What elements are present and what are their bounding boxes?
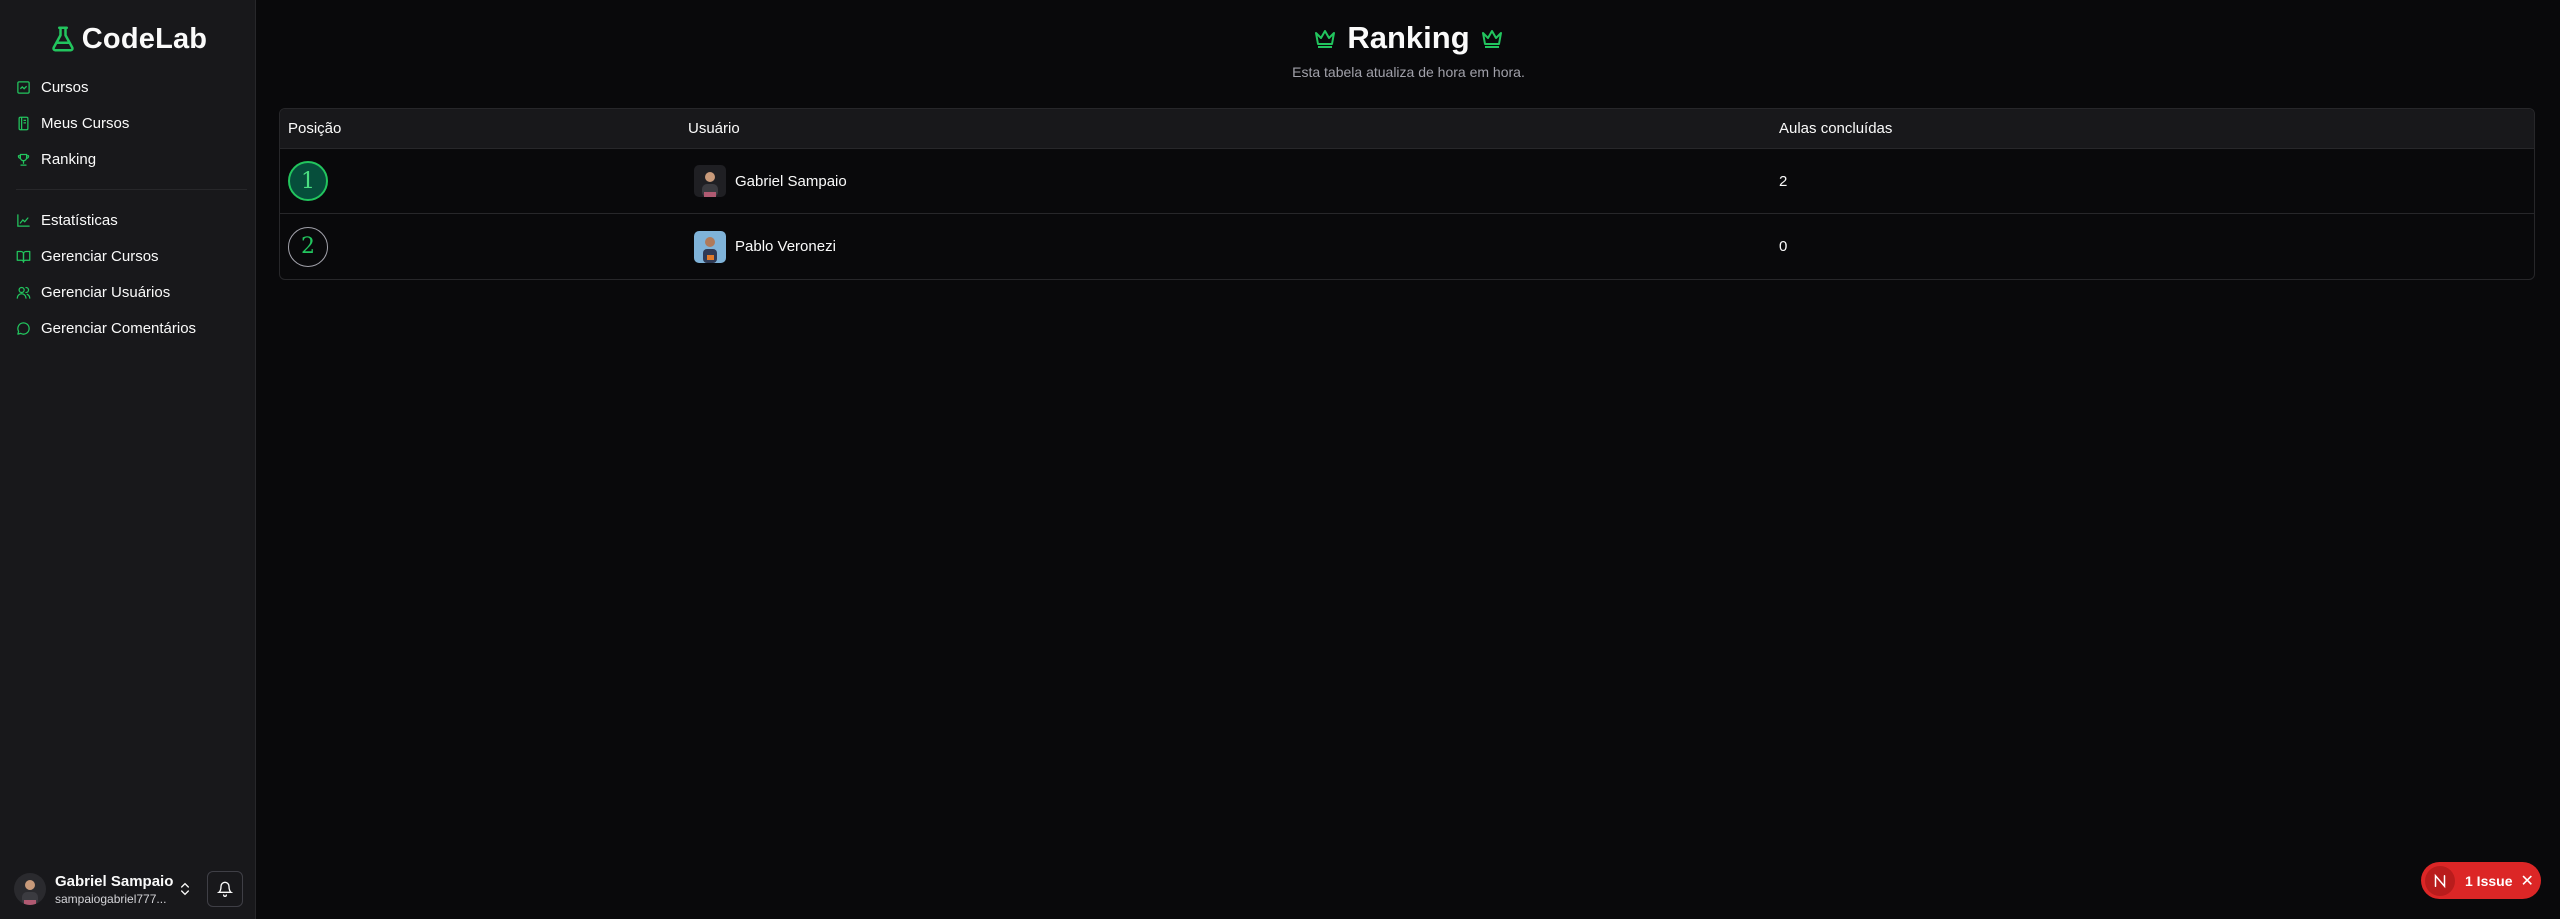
user-menu[interactable]: Gabriel Sampaio sampaiogabriel777... bbox=[0, 859, 256, 919]
user-name: Gabriel Sampaio bbox=[735, 172, 847, 190]
main-content: Ranking Esta tabela atualiza de hora em … bbox=[257, 0, 2560, 919]
page-subtitle: Esta tabela atualiza de hora em hora. bbox=[1292, 64, 1525, 80]
sidebar-item-cursos[interactable]: Cursos bbox=[0, 69, 255, 105]
sidebar-item-label: Cursos bbox=[41, 78, 89, 96]
flask-icon bbox=[52, 26, 74, 52]
sidebar-item-ranking[interactable]: Ranking bbox=[0, 141, 255, 177]
bell-icon bbox=[217, 881, 233, 897]
crown-icon bbox=[1315, 30, 1336, 48]
main-nav: Cursos Meus Cursos Ranking Estatísticas … bbox=[0, 69, 255, 346]
message-circle-icon bbox=[17, 321, 30, 335]
app-name: CodeLab bbox=[81, 22, 208, 55]
user-email: sampaiogabriel777... bbox=[55, 891, 167, 906]
chart-square-icon bbox=[17, 80, 30, 94]
column-header-user: Usuário bbox=[688, 120, 740, 137]
avatar bbox=[694, 165, 726, 197]
n-logo-icon bbox=[2425, 865, 2455, 896]
issues-badge[interactable]: 1 Issue ✕ bbox=[2421, 862, 2541, 899]
position-cell: 2 bbox=[280, 226, 680, 267]
position-badge: 2 bbox=[288, 226, 328, 267]
column-header-position: Posição bbox=[288, 120, 342, 137]
close-icon[interactable]: ✕ bbox=[2520, 871, 2533, 891]
chevron-up-down-icon[interactable] bbox=[177, 881, 193, 897]
issues-label: 1 Issue bbox=[2465, 872, 2513, 889]
user-cell: Pablo Veronezi bbox=[680, 230, 1771, 263]
trophy-icon bbox=[17, 153, 30, 166]
table-row: 2 Pablo Veronezi 0 bbox=[280, 214, 2534, 279]
lessons-count: 0 bbox=[1779, 238, 1788, 255]
sidebar-item-estatisticas[interactable]: Estatísticas bbox=[0, 202, 255, 238]
column-header-lessons: Aulas concluídas bbox=[1779, 120, 1893, 137]
sidebar-item-label: Meus Cursos bbox=[41, 114, 130, 132]
position-cell: 1 bbox=[280, 161, 680, 201]
table-row: 1 Gabriel Sampaio 2 bbox=[280, 149, 2534, 214]
sidebar-item-label: Gerenciar Comentários bbox=[41, 319, 197, 337]
ranking-table: Posição Usuário Aulas concluídas 1 Gabri… bbox=[279, 108, 2535, 280]
book-open-icon bbox=[16, 250, 31, 263]
sidebar-item-label: Estatísticas bbox=[41, 211, 118, 229]
sidebar-item-label: Gerenciar Usuários bbox=[41, 283, 171, 301]
sidebar-divider bbox=[16, 189, 247, 190]
sidebar-item-meus-cursos[interactable]: Meus Cursos bbox=[0, 105, 255, 141]
user-name: Gabriel Sampaio bbox=[55, 872, 174, 890]
lessons-count: 2 bbox=[1779, 172, 1788, 190]
sidebar: CodeLab Cursos Meus Cursos Ranking Estat… bbox=[0, 0, 256, 919]
brand-logo[interactable]: CodeLab bbox=[0, 19, 255, 59]
page-title: Ranking bbox=[1347, 20, 1470, 55]
sidebar-item-gerenciar-usuarios[interactable]: Gerenciar Usuários bbox=[0, 274, 255, 310]
avatar bbox=[14, 873, 46, 905]
sidebar-item-label: Gerenciar Cursos bbox=[41, 247, 159, 265]
user-info: Gabriel Sampaio sampaiogabriel777... bbox=[55, 873, 173, 906]
position-badge: 1 bbox=[288, 161, 328, 201]
sidebar-item-label: Ranking bbox=[41, 150, 97, 168]
table-header: Posição Usuário Aulas concluídas bbox=[280, 109, 2534, 149]
notifications-button[interactable] bbox=[207, 871, 243, 907]
sidebar-item-gerenciar-comentarios[interactable]: Gerenciar Comentários bbox=[0, 310, 255, 346]
user-name: Pablo Veronezi bbox=[735, 238, 836, 255]
users-icon bbox=[16, 286, 31, 299]
sidebar-item-gerenciar-cursos[interactable]: Gerenciar Cursos bbox=[0, 238, 255, 274]
avatar bbox=[694, 230, 726, 263]
crown-icon bbox=[1481, 30, 1502, 48]
user-cell: Gabriel Sampaio bbox=[680, 165, 1771, 197]
page-header: Ranking bbox=[257, 20, 2560, 56]
notebook-icon bbox=[18, 116, 29, 130]
bar-chart-icon bbox=[17, 213, 30, 227]
